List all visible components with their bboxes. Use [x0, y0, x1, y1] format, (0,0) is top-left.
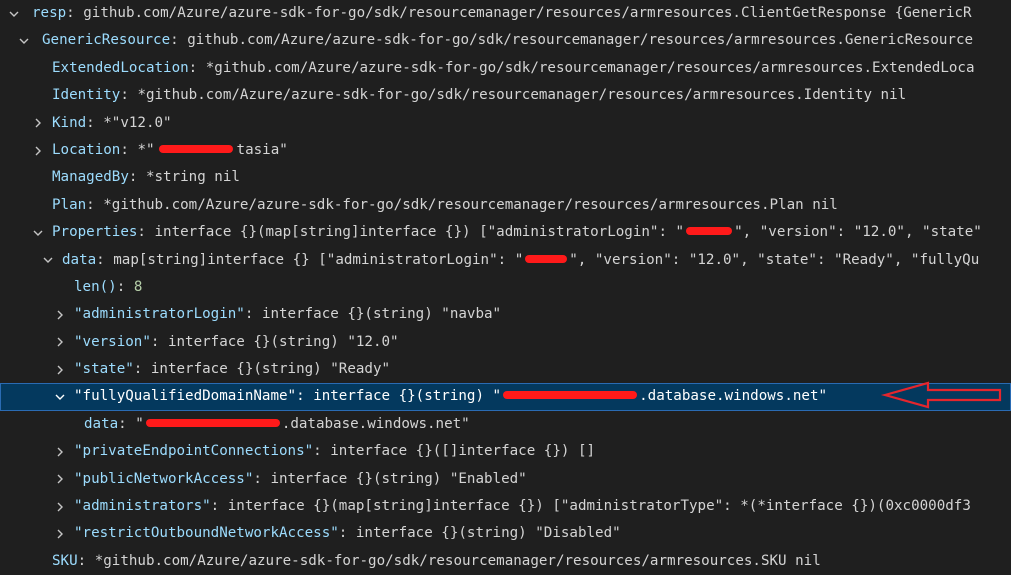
variable-row-genericresource[interactable]: GenericResource: github.com/Azure/azure-…: [0, 27, 1011, 54]
chevron-down-icon[interactable]: [40, 247, 56, 274]
variable-value-suffix: tasia": [236, 141, 288, 158]
variable-name: data: [84, 415, 119, 432]
variable-name: "version": [74, 333, 151, 350]
variable-name: Kind: [52, 114, 87, 131]
chevron-right-icon[interactable]: [52, 466, 68, 493]
variable-value: 8: [133, 278, 143, 295]
variable-value: *": [137, 141, 155, 158]
chevron-down-icon[interactable]: [6, 0, 22, 27]
chevron-right-icon[interactable]: [52, 356, 68, 383]
variable-name: Location: [52, 141, 121, 158]
variable-value: interface {}(string) ": [313, 388, 502, 405]
variable-value: map[string]interface {} ["administratorL…: [113, 251, 524, 268]
variable-row-restrictoutboundnetworkaccess[interactable]: "restrictOutboundNetworkAccess": interfa…: [0, 520, 1011, 547]
variable-value: *"v12.0": [103, 114, 172, 131]
variable-row-location[interactable]: Location: *" tasia": [0, 137, 1011, 164]
annotation-arrow-icon: [880, 381, 1002, 409]
redaction-mark: [158, 144, 233, 153]
variable-value: github.com/Azure/azure-sdk-for-go/sdk/re…: [83, 5, 972, 21]
variable-name: "administratorLogin": [74, 306, 245, 323]
redaction-mark: [686, 227, 733, 236]
variable-name: GenericResource: [42, 32, 171, 49]
variable-name: ManagedBy: [52, 169, 129, 186]
variable-name: data: [62, 251, 97, 268]
variable-value: interface {}(map[string]interface {}) ["…: [154, 224, 685, 241]
chevron-right-icon[interactable]: [52, 438, 68, 465]
variable-value-suffix: .database.windows.net": [639, 388, 828, 405]
variable-name: "administrators": [74, 498, 211, 515]
variable-name: Plan: [52, 196, 87, 213]
variable-value: *github.com/Azure/azure-sdk-for-go/sdk/r…: [137, 87, 907, 104]
variable-value-suffix: ", "version": "12.0", "state": "Ready", …: [569, 251, 980, 268]
variable-row-kind[interactable]: Kind: *"v12.0": [0, 110, 1011, 137]
variable-value: interface {}(string) "12.0": [167, 333, 399, 350]
variable-row-version[interactable]: "version": interface {}(string) "12.0": [0, 329, 1011, 356]
variable-name: len(): [74, 278, 117, 295]
redaction-mark: [145, 418, 280, 427]
redaction-mark: [503, 391, 638, 400]
variable-name: "privateEndpointConnections": [74, 443, 314, 460]
variable-name: "state": [74, 361, 134, 378]
variable-name: Identity: [52, 87, 121, 104]
chevron-right-icon[interactable]: [30, 110, 46, 137]
variable-name: "restrictOutboundNetworkAccess": [74, 525, 339, 542]
variable-row-administrators[interactable]: "administrators": interface {}(map[strin…: [0, 493, 1011, 520]
chevron-right-icon[interactable]: [52, 301, 68, 328]
variable-name: Properties: [52, 224, 138, 241]
variable-row-plan[interactable]: Plan: *github.com/Azure/azure-sdk-for-go…: [0, 192, 1011, 219]
variable-value: *github.com/Azure/azure-sdk-for-go/sdk/r…: [94, 552, 821, 569]
variable-value: interface {}(map[string]interface {}) ["…: [227, 498, 971, 515]
variable-value: interface {}(string) "navba": [261, 306, 502, 323]
variable-value: interface {}(string) "Ready": [150, 361, 391, 378]
variable-row-state[interactable]: "state": interface {}(string) "Ready": [0, 356, 1011, 383]
variables-tree: resp: github.com/Azure/azure-sdk-for-go/…: [0, 0, 1011, 575]
variable-row-properties[interactable]: Properties: interface {}(map[string]inte…: [0, 219, 1011, 246]
variable-row-fullyqualifieddomainname[interactable]: "fullyQualifiedDomainName": interface {}…: [0, 383, 1011, 411]
variable-row-len[interactable]: len(): 8: [0, 274, 1011, 301]
variable-value: *string nil: [145, 169, 240, 186]
variable-row-resp[interactable]: resp: github.com/Azure/azure-sdk-for-go/…: [0, 0, 1011, 27]
variable-value-suffix: ", "version": "12.0", "state": [734, 224, 982, 241]
chevron-right-icon[interactable]: [52, 329, 68, 356]
variable-value: *github.com/Azure/azure-sdk-for-go/sdk/r…: [103, 196, 838, 213]
variable-row-sku[interactable]: SKU: *github.com/Azure/azure-sdk-for-go/…: [0, 548, 1011, 575]
variable-value: *github.com/Azure/azure-sdk-for-go/sdk/r…: [205, 59, 975, 76]
chevron-right-icon[interactable]: [52, 520, 68, 547]
chevron-right-icon[interactable]: [52, 493, 68, 520]
variable-value: interface {}([]interface {}) []: [330, 443, 596, 460]
redaction-mark: [525, 254, 568, 263]
chevron-right-icon[interactable]: [30, 137, 46, 164]
variable-value: github.com/Azure/azure-sdk-for-go/sdk/re…: [187, 32, 974, 49]
variable-row-fqdn-data[interactable]: data: " .database.windows.net": [0, 411, 1011, 438]
variable-name: ExtendedLocation: [52, 59, 189, 76]
variable-name: "fullyQualifiedDomainName": [74, 388, 297, 405]
variable-row-data[interactable]: data: map[string]interface {} ["administ…: [0, 247, 1011, 274]
chevron-down-icon[interactable]: [16, 27, 32, 54]
variable-row-privateendpointconnections[interactable]: "privateEndpointConnections": interface …: [0, 438, 1011, 465]
variable-row-publicnetworkaccess[interactable]: "publicNetworkAccess": interface {}(stri…: [0, 466, 1011, 493]
variable-row-administratorlogin[interactable]: "administratorLogin": interface {}(strin…: [0, 301, 1011, 328]
variable-row-extendedlocation[interactable]: ExtendedLocation: *github.com/Azure/azur…: [0, 55, 1011, 82]
variable-value: interface {}(string) "Disabled": [355, 525, 621, 542]
variable-name: "publicNetworkAccess": [74, 470, 254, 487]
chevron-down-icon[interactable]: [52, 383, 68, 410]
variable-value: interface {}(string) "Enabled": [270, 470, 527, 487]
variable-name: resp: [32, 5, 67, 21]
variable-value-suffix: .database.windows.net": [281, 415, 470, 432]
chevron-down-icon[interactable]: [30, 219, 46, 246]
variable-value: ": [135, 415, 144, 432]
variable-row-managedby[interactable]: ManagedBy: *string nil: [0, 164, 1011, 191]
variable-name: SKU: [52, 552, 78, 569]
variable-row-identity[interactable]: Identity: *github.com/Azure/azure-sdk-fo…: [0, 82, 1011, 109]
